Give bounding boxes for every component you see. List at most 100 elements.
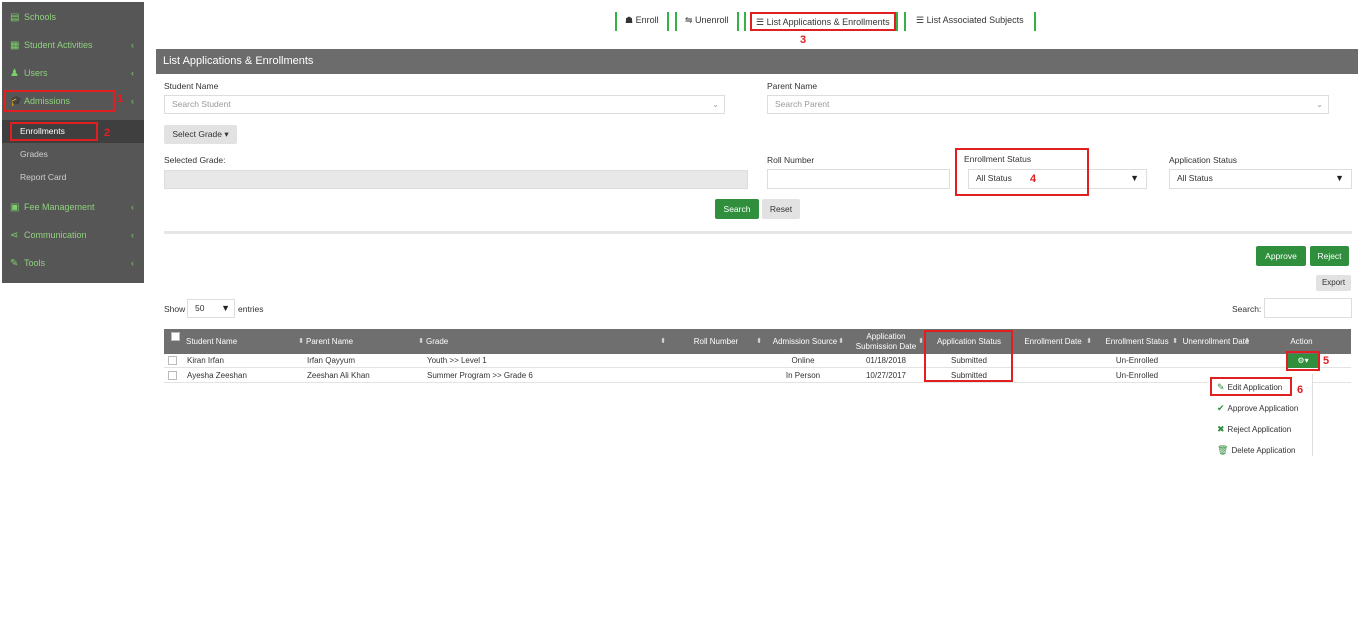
menu-item-label: Approve Application [1227,404,1299,413]
tab-unenroll[interactable]: ⇋ Unenroll [675,12,739,31]
cell-enrollment-date [1012,354,1094,368]
school-icon: ▤ [10,12,20,23]
caret-down-icon: ▼ [1335,173,1344,183]
chevron-left-icon: ‹ [131,40,134,50]
panel-title: List Applications & Enrollments [156,49,1358,74]
sidebar-item-users[interactable]: ♟ Users ‹ [2,60,144,86]
cell-grade: Summer Program >> Grade 6 [427,371,533,380]
chevron-left-icon: ‹ [131,68,134,78]
application-status-select[interactable]: All Status ▼ [1169,169,1352,189]
column-header-roll-number[interactable]: Roll Number ⬍ [668,329,764,354]
header-label: Application Submission Date [855,331,917,351]
header-label: Student Name [186,336,238,346]
cell-roll-number [668,354,764,368]
list-icon: ☰ [756,17,767,27]
sort-icon: ⬍ [1244,338,1250,345]
wrench-icon: ✎ [10,258,19,269]
sidebar-item-label: Schools [24,12,57,22]
application-status-label: Application Status [1169,155,1238,165]
sidebar-subitem-grades[interactable]: Grades [2,143,144,166]
header-label: Enrollment Status [1105,336,1169,346]
reject-button[interactable]: Reject [1310,246,1349,266]
table-search-input[interactable] [1264,298,1352,318]
cell-roll-number [668,369,764,383]
roll-number-label: Roll Number [767,155,815,165]
header-label: Grade [426,336,449,346]
sidebar: ▤ Schools ▦ Student Activities ‹ ♟ Users ‹ 🎓 A… [2,2,144,283]
column-header-grade[interactable]: Grade ⬍ [426,329,668,354]
student-name-label: Student Name [164,81,219,91]
sidebar-subitem-report-card[interactable]: Report Card [2,166,144,189]
column-header-unenrollment-date[interactable]: Unenrollment Date ⬍ [1180,329,1252,354]
annotation-box-application-status [924,330,1013,382]
column-header-enrollment-status[interactable]: Enrollment Status ⬍ [1094,329,1180,354]
approve-button[interactable]: Approve [1256,246,1306,266]
select-grade-button[interactable]: Select Grade ▾ [164,125,237,144]
cell-student-name: Ayesha Zeeshan [187,371,247,380]
parent-name-label: Parent Name [767,81,818,91]
cell-submission-date: 01/18/2018 [865,356,907,365]
menu-item-label: Reject Application [1227,425,1292,434]
sort-icon: ⬍ [756,338,762,345]
chevron-left-icon: ‹ [131,258,134,268]
sidebar-item-schools[interactable]: ▤ Schools [2,4,144,30]
sidebar-item-communication[interactable]: ⋖ Communication ‹ [2,222,144,248]
entries-value: 50 [195,303,205,313]
column-header-student-name[interactable]: Student Name ⬍ [186,329,306,354]
search-label: Search: [1232,304,1262,314]
menu-item-reject-application[interactable]: ✖ Reject Application [1217,424,1291,435]
parent-search-select[interactable]: Search Parent ⌄ [767,95,1329,114]
select-all-checkbox[interactable] [171,332,180,341]
sidebar-item-label: Fee Management [24,202,95,212]
share-icon: ⋖ [10,230,19,241]
column-header-parent-name[interactable]: Parent Name ⬍ [306,329,426,354]
menu-item-label: Delete Application [1231,446,1296,455]
sidebar-item-fee-management[interactable]: ▣ Fee Management ‹ [2,194,144,220]
chevron-down-icon: ⌄ [712,100,719,109]
chevron-left-icon: ‹ [131,96,134,106]
sidebar-item-tools[interactable]: ✎ Tools ‹ [2,250,144,276]
show-label: Show [164,304,186,314]
header-label: Enrollment Date [1024,336,1082,346]
list-icon: ☰ [916,15,927,25]
column-header-enrollment-date[interactable]: Enrollment Date ⬍ [1012,329,1094,354]
annotation-box-2 [10,122,98,141]
row-checkbox[interactable] [168,371,177,380]
table-header: Student Name ⬍ Parent Name ⬍ Grade ⬍ Roll N… [164,329,1351,354]
tab-enroll[interactable]: ☗ Enroll [615,12,669,31]
annotation-box-4 [955,148,1089,196]
cell-submission-date: 10/27/2017 [865,371,907,380]
roll-number-input[interactable] [767,169,950,189]
sidebar-subitem-label: Grades [20,149,48,159]
reset-button[interactable]: Reset [762,199,800,219]
caret-down-icon: ▼ [1130,173,1139,183]
tab-list-applications[interactable]: ☰ List Applications & Enrollments [750,12,896,31]
menu-item-approve-application[interactable]: ✔ Approve Application [1217,403,1298,414]
menu-item-delete-application[interactable]: 🗑 Delete Application [1217,445,1295,456]
student-search-select[interactable]: Search Student ⌄ [164,95,725,114]
row-checkbox[interactable] [168,356,177,365]
sidebar-item-student-activities[interactable]: ▦ Student Activities ‹ [2,32,144,58]
parent-search-placeholder: Search Parent [775,99,830,109]
column-header-submission-date[interactable]: Application Submission Date ⬍ [846,329,926,354]
table-row[interactable]: Kiran Irfan Irfan Qayyum Youth >> Level … [164,354,1351,368]
search-button[interactable]: Search [715,199,759,219]
sort-icon: ⬍ [838,338,844,345]
tab-label: Enroll [635,15,659,25]
entries-select[interactable]: 50 ▼ [187,299,235,318]
activities-icon: ▦ [10,40,20,51]
tab-list-associated-subjects[interactable]: ☰ List Associated Subjects [904,12,1036,31]
sort-icon: ⬍ [298,338,304,345]
tab-label: Unenroll [695,15,729,25]
export-button[interactable]: Export [1316,275,1351,291]
student-search-placeholder: Search Student [172,99,231,109]
cell-grade: Youth >> Level 1 [427,356,487,365]
sort-icon: ⬍ [1172,338,1178,345]
graduation-cap-icon: ☗ [625,15,636,25]
table-row[interactable]: Ayesha Zeeshan Zeeshan Ali Khan Summer P… [164,369,1351,383]
annotation-box-1 [4,90,115,112]
unlink-icon: ⇋ [685,15,696,25]
users-icon: ♟ [10,68,19,79]
sort-icon: ⬍ [418,338,424,345]
column-header-admission-source[interactable]: Admission Source ⬍ [764,329,846,354]
